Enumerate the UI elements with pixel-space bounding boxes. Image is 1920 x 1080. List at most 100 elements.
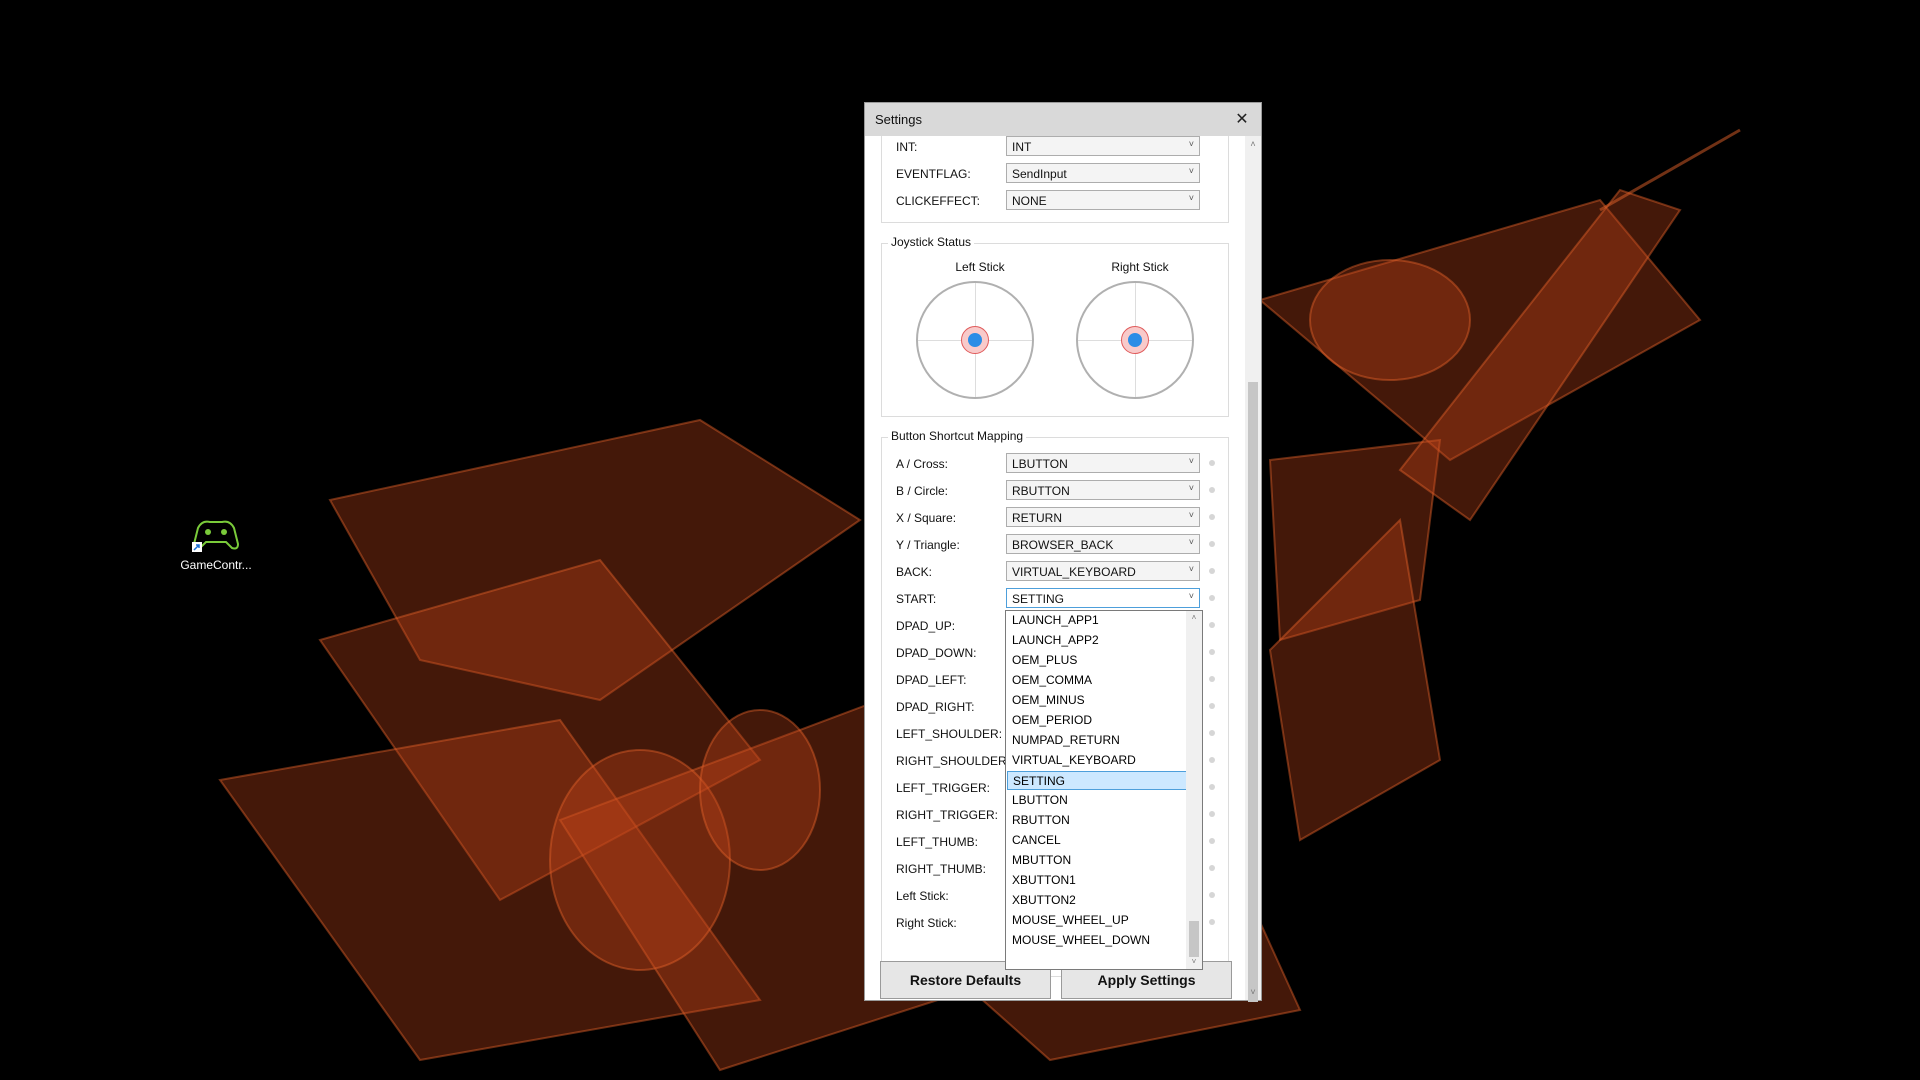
dropdown-value: RBUTTON — [1012, 484, 1070, 498]
dropdown-value: BROWSER_BACK — [1012, 538, 1114, 552]
dropdown-value: RETURN — [1012, 511, 1062, 525]
chevron-down-icon: ˅ — [1188, 591, 1194, 601]
mapping-label: DPAD_UP: — [896, 619, 956, 633]
dropdown-option[interactable]: MBUTTON — [1007, 851, 1187, 870]
dropdown-option[interactable]: RBUTTON — [1007, 811, 1187, 830]
mapping-label: A / Cross: — [896, 457, 949, 471]
mapping-label: START: — [896, 592, 937, 606]
scrollbar-thumb[interactable] — [1248, 382, 1258, 1002]
desktop-shortcut-gamecontroller[interactable]: GameContr... — [176, 514, 256, 572]
status-dot — [1209, 649, 1215, 655]
chevron-down-icon: ˅ — [1188, 564, 1194, 574]
mapping-row: X / Square: RETURN ˅ — [896, 507, 1226, 529]
status-dot — [1209, 838, 1215, 844]
mapping-label: DPAD_RIGHT: — [896, 700, 975, 714]
dropdown-scrollbar[interactable]: ˄ ˅ — [1186, 611, 1202, 969]
clickeffect-dropdown[interactable]: NONE ˅ — [1006, 190, 1200, 210]
mapping-row: A / Cross: LBUTTON ˅ — [896, 453, 1226, 475]
dropdown-option[interactable]: OEM_COMMA — [1007, 671, 1187, 690]
mapping-row: B / Circle: RBUTTON ˅ — [896, 480, 1226, 502]
dropdown-value: VIRTUAL_KEYBOARD — [1012, 565, 1136, 579]
dropdown-value: SETTING — [1012, 592, 1065, 606]
status-dot — [1209, 730, 1215, 736]
mapping-row: BACK: VIRTUAL_KEYBOARD ˅ — [896, 561, 1226, 583]
status-dot — [1209, 784, 1215, 790]
mapping-dropdown[interactable]: RETURN ˅ — [1006, 507, 1200, 527]
group-title: Button Shortcut Mapping — [888, 429, 1027, 443]
mapping-label: RIGHT_THUMB: — [896, 862, 986, 876]
scroll-up-icon[interactable]: ˄ — [1245, 136, 1261, 152]
right-stick-indicator — [1076, 281, 1194, 399]
dropdown-option[interactable]: LAUNCH_APP2 — [1007, 631, 1187, 650]
dropdown-value: NONE — [1012, 194, 1047, 208]
dropdown-option[interactable]: CANCEL — [1007, 831, 1187, 850]
mapping-dropdown[interactable]: RBUTTON ˅ — [1006, 480, 1200, 500]
status-dot — [1209, 811, 1215, 817]
mapping-dropdown[interactable]: LBUTTON ˅ — [1006, 453, 1200, 473]
left-stick-indicator — [916, 281, 1034, 399]
window-scrollbar[interactable]: ˄ ˅ — [1245, 136, 1261, 1002]
stick-position-dot — [968, 333, 982, 347]
mapping-label: DPAD_DOWN: — [896, 646, 977, 660]
dropdown-option-selected[interactable]: SETTING — [1007, 771, 1187, 790]
mapping-label: Left Stick: — [896, 889, 949, 903]
dropdown-value: INT — [1012, 140, 1032, 154]
gamepad-icon — [188, 514, 244, 554]
left-stick-label: Left Stick — [955, 260, 1005, 274]
setting-row-int: INT: INT ˅ — [896, 136, 1226, 158]
mapping-label: Right Stick: — [896, 916, 957, 930]
mapping-dropdown[interactable]: VIRTUAL_KEYBOARD ˅ — [1006, 561, 1200, 581]
dropdown-option[interactable]: MOUSE_WHEEL_UP — [1007, 911, 1187, 930]
scroll-down-icon[interactable]: ˅ — [1186, 955, 1202, 969]
int-dropdown[interactable]: INT ˅ — [1006, 136, 1200, 156]
status-dot — [1209, 865, 1215, 871]
mapping-label: RIGHT_TRIGGER: — [896, 808, 999, 822]
close-icon[interactable]: ✕ — [1231, 109, 1253, 131]
start-dropdown-list: LAUNCH_APP1 LAUNCH_APP2 OEM_PLUS OEM_COM… — [1005, 610, 1203, 970]
stick-position-dot — [1128, 333, 1142, 347]
chevron-down-icon: ˅ — [1188, 456, 1194, 466]
status-dot — [1209, 676, 1215, 682]
status-dot — [1209, 595, 1215, 601]
dropdown-option[interactable]: XBUTTON2 — [1007, 891, 1187, 910]
status-dot — [1209, 919, 1215, 925]
dropdown-option[interactable]: OEM_PERIOD — [1007, 711, 1187, 730]
title-bar[interactable]: Settings ✕ — [865, 103, 1261, 136]
status-dot — [1209, 568, 1215, 574]
setting-label: CLICKEFFECT: — [896, 194, 981, 208]
status-dot — [1209, 892, 1215, 898]
dropdown-option[interactable]: NUMPAD_RETURN — [1007, 731, 1187, 750]
dropdown-option[interactable]: OEM_MINUS — [1007, 691, 1187, 710]
mapping-row: START: SETTING ˅ — [896, 588, 1226, 610]
dropdown-option[interactable]: XBUTTON1 — [1007, 871, 1187, 890]
scroll-down-icon[interactable]: ˅ — [1245, 984, 1261, 1000]
mapping-label: LEFT_SHOULDER: — [896, 727, 1003, 741]
status-dot — [1209, 487, 1215, 493]
scroll-up-icon[interactable]: ˄ — [1186, 611, 1202, 625]
dropdown-option[interactable]: VIRTUAL_KEYBOARD — [1007, 751, 1187, 770]
dropdown-value: SendInput — [1012, 167, 1067, 181]
status-dot — [1209, 460, 1215, 466]
status-dot — [1209, 541, 1215, 547]
dropdown-option[interactable]: LBUTTON — [1007, 791, 1187, 810]
mapping-label: Y / Triangle: — [896, 538, 960, 552]
dropdown-value: LBUTTON — [1012, 457, 1068, 471]
mapping-row: Y / Triangle: BROWSER_BACK ˅ — [896, 534, 1226, 556]
right-stick-label: Right Stick — [1111, 260, 1169, 274]
status-dot — [1209, 703, 1215, 709]
dropdown-option[interactable]: OEM_PLUS — [1007, 651, 1187, 670]
mapping-label: RIGHT_SHOULDER: — [896, 754, 1011, 768]
setting-row-eventflag: EVENTFLAG: SendInput ˅ — [896, 163, 1226, 185]
dropdown-option[interactable]: MOUSE_WHEEL_DOWN — [1007, 931, 1187, 950]
setting-label: INT: — [896, 140, 918, 154]
chevron-down-icon: ˅ — [1188, 139, 1194, 149]
scrollbar-thumb[interactable] — [1189, 921, 1199, 957]
mapping-label: BACK: — [896, 565, 933, 579]
group-title: Joystick Status — [888, 235, 975, 249]
eventflag-dropdown[interactable]: SendInput ˅ — [1006, 163, 1200, 183]
dropdown-option[interactable]: LAUNCH_APP1 — [1007, 611, 1187, 630]
mapping-dropdown[interactable]: BROWSER_BACK ˅ — [1006, 534, 1200, 554]
mapping-label: DPAD_LEFT: — [896, 673, 967, 687]
chevron-down-icon: ˅ — [1188, 510, 1194, 520]
mapping-dropdown-open[interactable]: SETTING ˅ — [1006, 588, 1200, 608]
